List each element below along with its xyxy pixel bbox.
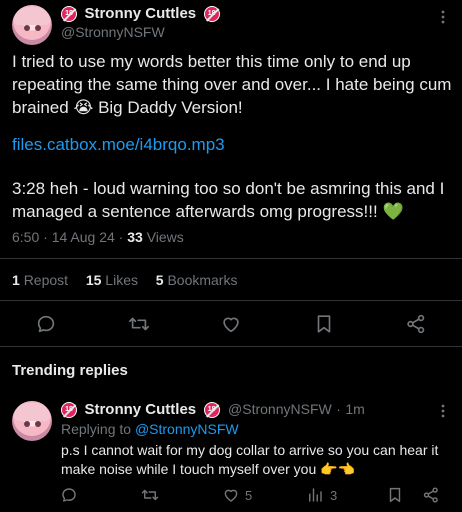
more-options-icon[interactable] (436, 10, 450, 29)
reply-reply-button[interactable] (60, 486, 78, 504)
heart-icon (223, 317, 239, 333)
post-stats: 1 Repost 15 Likes 5 Bookmarks (12, 272, 237, 288)
reposts-label: Repost (23, 272, 69, 288)
like-button[interactable] (220, 313, 242, 335)
post-text-line: managed a sentence afterwards omg progre… (12, 200, 457, 223)
post-text-fragment: Big Daddy Version! (98, 98, 243, 117)
reposts-count: 1 (12, 272, 20, 288)
views-label: Views (146, 229, 184, 245)
share-button[interactable] (405, 313, 427, 335)
adult-badge-icon: 18 (61, 5, 77, 22)
likes-label: Likes (105, 272, 138, 288)
author-avatar[interactable] (12, 5, 52, 45)
divider (0, 346, 462, 347)
bookmarks-stat[interactable]: 5 Bookmarks (156, 272, 238, 288)
reply-author-row: 18 Stronny Cuttles 18 @StronnyNSFW · 1m (61, 401, 365, 419)
post-text-line: I tried to use my words better this time… (12, 52, 411, 71)
reply-repost-button[interactable] (141, 486, 159, 504)
adult-badge-icon: 18 (203, 401, 220, 418)
post-text-fragment: managed a sentence afterwards omg progre… (12, 202, 378, 221)
views-count: 33 (127, 229, 143, 245)
post-text-fragment: brained (12, 98, 69, 117)
meta-separator: · (336, 401, 341, 417)
post-time[interactable]: 6:50 (12, 229, 39, 245)
replying-to: Replying to @StronnyNSFW (61, 421, 239, 437)
reply-text-fragment: make noise while I touch myself over you (61, 461, 317, 477)
repost-button[interactable] (128, 313, 150, 335)
bookmarks-count: 5 (155, 272, 164, 288)
repost-icon (129, 317, 149, 331)
reply-text: p.s I cannot wait for my dog collar to a… (61, 441, 457, 479)
pointing-fingers-emoji-icon: 👉👈 (320, 461, 355, 477)
repost-icon (141, 489, 159, 501)
likes-stat[interactable]: 15 Likes (86, 272, 142, 288)
reply-author-avatar[interactable] (12, 401, 52, 441)
post-text-line: 3:28 heh - loud warning too so don't be … (12, 179, 445, 198)
crying-emoji-icon: 😭 (73, 98, 94, 117)
share-icon (407, 314, 425, 334)
post-meta: 6:50 · 14 Aug 24 · 33 Views (12, 229, 184, 245)
green-heart-emoji-icon: 💚 (382, 202, 404, 221)
adult-badge-icon: 18 (61, 401, 77, 418)
author-handle[interactable]: @StronnyNSFW (61, 24, 165, 40)
adult-badge-icon: 18 (203, 5, 220, 22)
reply-share-button[interactable] (422, 486, 440, 504)
reposts-stat[interactable]: 1 Repost (12, 272, 72, 288)
post-text-line: brained 😭 Big Daddy Version! (12, 96, 457, 119)
reply-bookmark-button[interactable] (386, 486, 404, 504)
bookmarks-label: Bookmarks (167, 272, 238, 288)
bookmark-icon (317, 315, 331, 333)
bookmark-icon (389, 487, 401, 503)
meta-separator: · (43, 229, 48, 245)
reply-button[interactable] (35, 313, 57, 335)
share-icon (423, 487, 438, 503)
meta-separator: · (118, 229, 124, 245)
author-name-row: 18 Stronny Cuttles 18 (61, 5, 220, 23)
reply-views-button[interactable]: 3 (306, 486, 337, 504)
divider (0, 258, 462, 259)
reply-text-line: make noise while I touch myself over you… (61, 460, 457, 479)
post-text-line: repeating the same thing over and over..… (12, 75, 452, 94)
post-text-second: 3:28 heh - loud warning too so don't be … (12, 177, 457, 223)
reply-likes-count: 5 (245, 487, 253, 503)
reply-author-handle[interactable]: @StronnyNSFW (228, 401, 332, 417)
post-link[interactable]: files.catbox.moe/i4brqo.mp3 (12, 133, 225, 156)
replying-to-handle[interactable]: @StronnyNSFW (135, 421, 239, 437)
bookmark-button[interactable] (313, 313, 335, 335)
reply-more-options-icon[interactable] (436, 404, 450, 423)
reply-views-count: 3 (330, 487, 338, 503)
reply-like-button[interactable]: 5 (222, 486, 252, 504)
divider (0, 300, 462, 301)
heart-icon (224, 489, 238, 502)
author-name[interactable]: Stronny Cuttles (84, 5, 196, 22)
reply-icon (37, 315, 55, 333)
reply-text-line: p.s I cannot wait for my dog collar to a… (61, 442, 439, 458)
views-icon (309, 488, 322, 502)
post-text: I tried to use my words better this time… (12, 50, 457, 119)
likes-count: 15 (85, 272, 102, 288)
trending-replies-heading: Trending replies (12, 362, 128, 379)
reply-icon (62, 488, 76, 502)
post-date[interactable]: 14 Aug 24 (52, 229, 115, 245)
replying-to-prefix: Replying to (61, 421, 132, 437)
reply-time[interactable]: 1m (345, 401, 364, 417)
reply-author-name[interactable]: Stronny Cuttles (84, 401, 196, 418)
